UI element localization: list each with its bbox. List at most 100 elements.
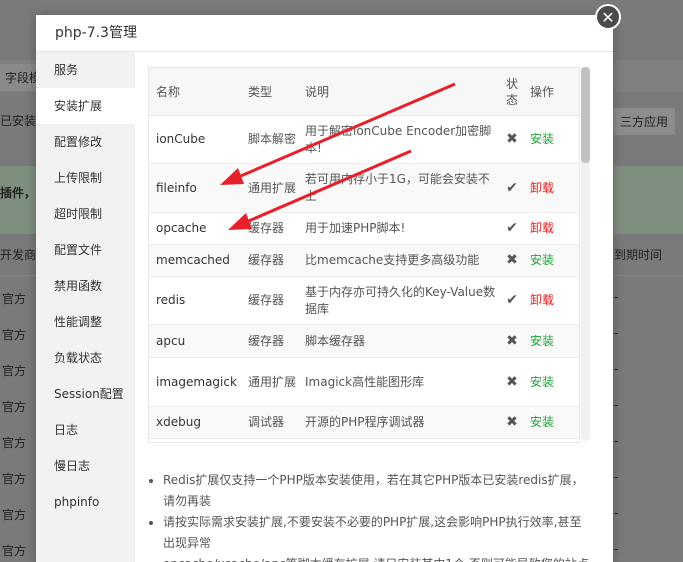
ext-op-cell: 安装 [526,406,579,439]
sidebar-item-config-file[interactable]: 配置文件 [36,232,135,268]
uninstall-button[interactable]: 卸载 [530,293,554,307]
ext-desc: 用于解密ionCube Encoder加密脚本! [298,115,498,164]
bg-row-dash: - [614,398,619,412]
sidebar-item-timeout-limit[interactable]: 超时限制 [36,196,135,232]
ext-name: memcached [149,244,241,277]
install-button[interactable]: 安装 [530,334,554,348]
table-row: opcache 缓存器 用于加速PHP脚本! ✔ 卸载 [149,212,579,245]
ext-desc: Imagick高性能图形库 [298,357,498,407]
sidebar-item-load-status[interactable]: 负载状态 [36,340,135,376]
ext-status-cell: ✔ [498,276,526,325]
bg-row-dash: - [614,290,619,304]
ext-desc: 基于内存亦可持久化的Key-Value数据库 [298,276,498,325]
install-button[interactable]: 安装 [530,253,554,267]
sidebar: 服务 安装扩展 配置修改 上传限制 超时限制 配置文件 禁用函数 性能调整 负载… [36,52,135,562]
ext-status-cell: ✔ [498,163,526,213]
install-button[interactable]: 安装 [530,132,554,146]
uninstall-button[interactable]: 卸载 [530,221,554,235]
dialog-title: php-7.3管理 [36,15,613,52]
installed-check-icon: ✔ [506,220,518,236]
ext-status-cell: ✖ [498,324,526,358]
php-manager-dialog: php-7.3管理 服务 安装扩展 配置修改 上传限制 超时限制 配置文件 禁用… [36,15,613,562]
ext-status-cell: ✖ [498,244,526,277]
header-desc: 说明 [298,68,498,116]
note-item: Redis扩展仅支持一个PHP版本安装使用，若在其它PHP版本已安装redis扩… [163,470,589,512]
sidebar-item-slow-log[interactable]: 慢日志 [36,448,135,484]
bg-expiry-header: 到期时间 [614,248,663,262]
sidebar-item-install-extensions[interactable]: 安装扩展 [36,88,135,124]
bg-installed-tab: 已安装 [0,114,37,128]
table-header-row: 名称 类型 说明 状态 操作 [149,68,579,116]
ext-type: 缓存器 [241,212,298,245]
note-item: 请按实际需求安装扩展,不要安装不必要的PHP扩展,这会影响PHP执行效率,甚至出… [163,512,589,554]
table-scrollbar[interactable] [581,67,590,441]
header-type: 类型 [241,68,298,116]
table-row: fileinfo 通用扩展 若可用内存小于1G，可能会安装不上 ✔ 卸载 [149,163,579,213]
not-installed-icon: ✖ [506,414,518,430]
ext-name: apcu [149,324,241,358]
header-status: 状态 [498,68,526,116]
table-row: apcu 缓存器 脚本缓存器 ✖ 安装 [149,324,579,358]
installed-check-icon: ✔ [506,292,518,308]
scrollbar-thumb[interactable] [581,67,590,163]
note-item: opcache/xcache/apc等脚本缓存扩展,请只安装其中1个,否则可能导… [163,554,589,562]
install-button[interactable]: 安装 [530,415,554,429]
install-button[interactable]: 安装 [530,375,554,389]
ext-status-cell: ✖ [498,406,526,439]
not-installed-icon: ✖ [506,252,518,268]
bg-row-official: 官方 [2,436,27,450]
header-op: 操作 [526,68,579,116]
ext-desc: 若可用内存小于1G，可能会安装不上 [298,163,498,213]
bg-row-dash: - [614,470,619,484]
ext-op-cell: 卸载 [526,276,579,325]
installed-check-icon: ✔ [506,179,518,196]
bg-row-official: 官方 [2,508,27,522]
ext-name: ionCube [149,115,241,164]
bg-row-official: 官方 [2,292,27,306]
uninstall-button[interactable]: 卸载 [530,181,554,195]
bg-row-official: 官方 [2,328,27,342]
table-row: memcached 缓存器 比memcache支持更多高级功能 ✖ 安装 [149,244,579,277]
ext-type: 脚本解密 [241,115,298,164]
table-row: redis 缓存器 基于内存亦可持久化的Key-Value数据库 ✔ 卸载 [149,276,579,325]
not-installed-icon: ✖ [506,332,518,349]
bg-row-dash: - [614,506,619,520]
ext-type: 调试器 [241,406,298,439]
sidebar-item-disabled-functions[interactable]: 禁用函数 [36,268,135,304]
ext-name: imagemagick [149,357,241,407]
sidebar-item-config-edit[interactable]: 配置修改 [36,124,135,160]
ext-name: fileinfo [149,163,241,213]
sidebar-item-service[interactable]: 服务 [36,52,135,88]
ext-op-cell: 卸载 [526,212,579,245]
extensions-table-container: 名称 类型 说明 状态 操作 ionCube 脚本解密 用于解密ionCube … [148,67,580,443]
close-icon[interactable]: ✕ [595,4,621,30]
header-name: 名称 [149,68,241,116]
ext-op-cell: 卸载 [526,163,579,213]
bg-row-official: 官方 [2,400,27,414]
ext-desc: 脚本缓存器 [298,324,498,358]
sidebar-item-phpinfo[interactable]: phpinfo [36,484,135,520]
bg-row-official: 官方 [2,364,27,378]
bg-row-dash: - [614,362,619,376]
sidebar-item-upload-limit[interactable]: 上传限制 [36,160,135,196]
ext-name: redis [149,276,241,325]
sidebar-item-session-config[interactable]: Session配置 [36,376,135,412]
bg-row-dash: - [614,434,619,448]
ext-type: 缓存器 [241,276,298,325]
table-row: ionCube 脚本解密 用于解密ionCube Encoder加密脚本! ✖ … [149,115,579,164]
sidebar-item-log[interactable]: 日志 [36,412,135,448]
ext-status-cell: ✖ [498,357,526,407]
sidebar-item-performance[interactable]: 性能调整 [36,304,135,340]
not-installed-icon: ✖ [506,373,518,390]
ext-name: xdebug [149,406,241,439]
ext-type: 缓存器 [241,244,298,277]
bg-row-official: 官方 [2,544,27,558]
table-row: imagemagick 通用扩展 Imagick高性能图形库 ✖ 安装 [149,357,579,407]
extensions-table: 名称 类型 说明 状态 操作 ionCube 脚本解密 用于解密ionCube … [149,68,579,439]
ext-name: opcache [149,212,241,245]
notes: Redis扩展仅支持一个PHP版本安装使用，若在其它PHP版本已安装redis扩… [149,470,589,562]
ext-type: 通用扩展 [241,163,298,213]
bg-developer-header: 开发商 [0,248,37,262]
bg-row-dash: - [614,542,619,556]
table-row: xdebug 调试器 开源的PHP程序调试器 ✖ 安装 [149,406,579,439]
